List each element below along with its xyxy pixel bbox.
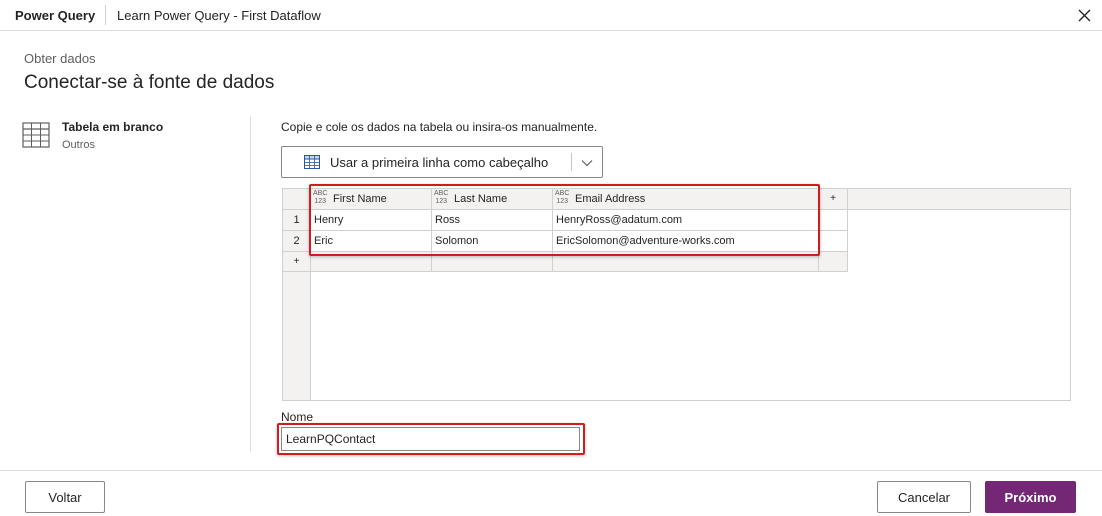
- column-header-first-name[interactable]: ABC 123 First Name: [311, 189, 432, 210]
- table-cell[interactable]: Ross: [432, 210, 553, 231]
- grid-corner[interactable]: [283, 189, 311, 210]
- new-row-cell[interactable]: [311, 252, 432, 272]
- app-name: Power Query: [15, 8, 96, 23]
- table-cell[interactable]: HenryRoss@adatum.com: [553, 210, 819, 231]
- instruction-text: Copie e cole os dados na tabela ou insir…: [281, 120, 598, 134]
- source-item-blank-table[interactable]: Tabela em branco Outros: [22, 118, 232, 158]
- table-cell[interactable]: EricSolomon@adventure-works.com: [553, 231, 819, 252]
- new-row-cell[interactable]: [553, 252, 819, 272]
- page-title: Conectar-se à fonte de dados: [24, 72, 275, 93]
- new-row-cell[interactable]: [819, 252, 848, 272]
- source-name: Tabela em branco: [62, 120, 164, 134]
- panel-divider: [250, 116, 251, 452]
- row-header-2[interactable]: 2: [283, 231, 311, 252]
- type-any-icon: ABC 123: [555, 190, 570, 205]
- source-category: Outros: [62, 139, 96, 151]
- table-cell-empty[interactable]: [819, 231, 848, 252]
- name-input[interactable]: [281, 427, 580, 451]
- close-icon[interactable]: [1076, 7, 1093, 24]
- add-column-button[interactable]: +: [819, 189, 848, 210]
- title-separator: [105, 5, 106, 25]
- type-any-icon: ABC 123: [313, 190, 328, 205]
- next-button[interactable]: Próximo: [985, 481, 1076, 513]
- table-cell[interactable]: Eric: [311, 231, 432, 252]
- document-title: Learn Power Query - First Dataflow: [117, 8, 321, 23]
- table-cell[interactable]: Solomon: [432, 231, 553, 252]
- column-header-last-name[interactable]: ABC 123 Last Name: [432, 189, 553, 210]
- new-row-cell[interactable]: [432, 252, 553, 272]
- table-cell[interactable]: Henry: [311, 210, 432, 231]
- split-separator: [571, 153, 572, 171]
- use-first-row-as-headers-button[interactable]: Usar a primeira linha como cabeçalho: [281, 146, 603, 178]
- data-grid[interactable]: ABC 123 First Name ABC 123 Last Name ABC 12…: [282, 188, 1071, 401]
- footer: Voltar Cancelar Próximo: [0, 470, 1102, 516]
- table-icon: [22, 122, 50, 148]
- type-any-icon: ABC 123: [434, 190, 449, 205]
- chevron-down-icon[interactable]: [580, 156, 594, 170]
- title-bar: Power Query Learn Power Query - First Da…: [0, 0, 1102, 31]
- column-header-email-address[interactable]: ABC 123 Email Address: [553, 189, 819, 210]
- table-cell-empty[interactable]: [819, 210, 848, 231]
- add-row-button[interactable]: +: [283, 252, 311, 272]
- table-icon: [304, 155, 320, 169]
- breadcrumb: Obter dados: [24, 51, 96, 66]
- row-header-1[interactable]: 1: [283, 210, 311, 231]
- back-button[interactable]: Voltar: [25, 481, 105, 513]
- cancel-button[interactable]: Cancelar: [877, 481, 971, 513]
- use-first-row-label: Usar a primeira linha como cabeçalho: [330, 155, 549, 170]
- name-label: Nome: [281, 410, 314, 424]
